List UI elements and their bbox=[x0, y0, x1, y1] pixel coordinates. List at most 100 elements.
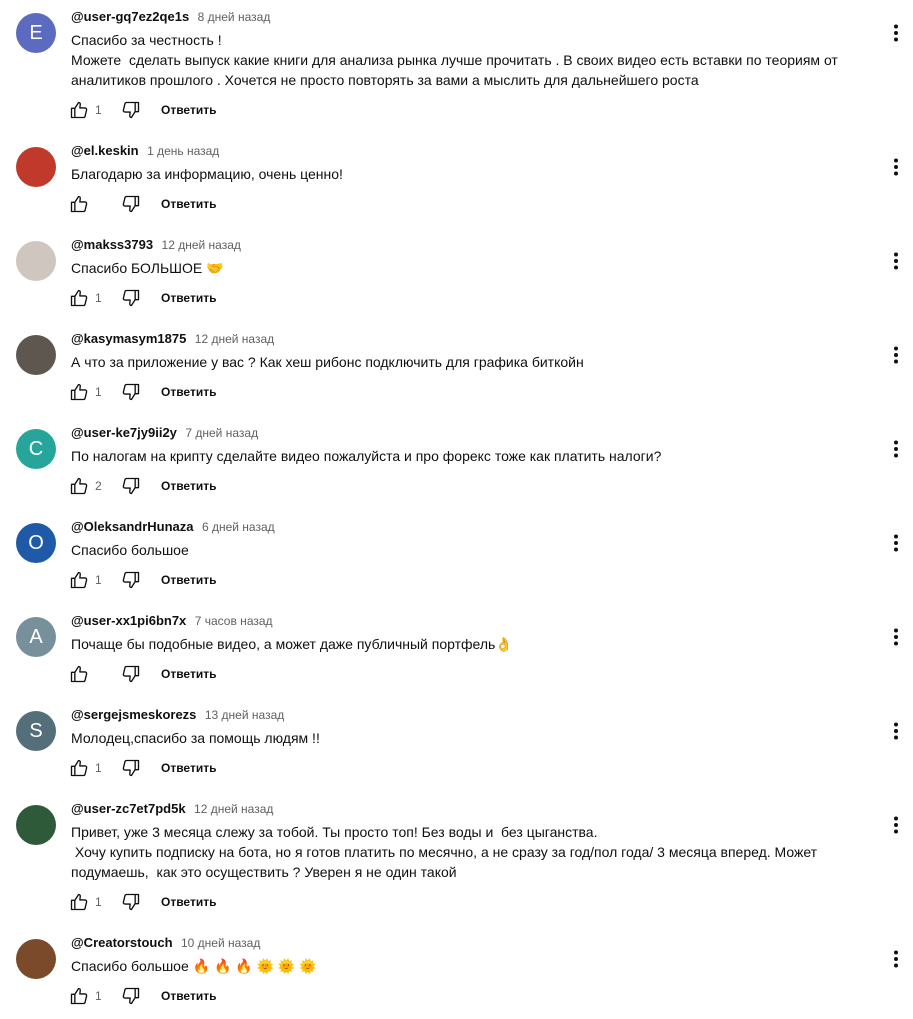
avatar-photo[interactable] bbox=[16, 805, 56, 845]
avatar-photo[interactable] bbox=[16, 241, 56, 281]
avatar[interactable]: S bbox=[16, 711, 56, 751]
more-actions-button[interactable] bbox=[884, 813, 908, 837]
comment-author[interactable]: @user-zc7et7pd5k bbox=[71, 801, 186, 816]
avatar-letter: S bbox=[29, 719, 43, 742]
more-actions-button[interactable] bbox=[884, 21, 908, 45]
thumbs-down-icon bbox=[122, 665, 140, 683]
comment-timestamp[interactable]: 7 дней назад bbox=[185, 426, 258, 440]
avatar-photo[interactable] bbox=[16, 147, 56, 187]
comment-timestamp[interactable]: 6 дней назад bbox=[202, 520, 275, 534]
like-count: 1 bbox=[95, 895, 102, 909]
comment-author[interactable]: @OleksandrHunaza bbox=[71, 519, 194, 534]
more-actions-button[interactable] bbox=[884, 155, 908, 179]
comment-timestamp[interactable]: 12 дней назад bbox=[162, 238, 241, 252]
comment-text: Спасибо большое 🔥 🔥 🔥 🌞 🌞 🌞 bbox=[71, 958, 317, 974]
thumbs-down-icon bbox=[122, 477, 140, 495]
avatar-photo[interactable] bbox=[16, 939, 56, 979]
avatar-letter: A bbox=[29, 625, 43, 648]
dislike-button[interactable] bbox=[119, 568, 143, 592]
thumbs-up-icon bbox=[70, 289, 88, 307]
comment-author[interactable]: @sergejsmeskorezs bbox=[71, 707, 196, 722]
comment-text: По налогам на крипту сделайте видео пожа… bbox=[71, 448, 662, 464]
more-actions-button[interactable] bbox=[884, 249, 908, 273]
dislike-button[interactable] bbox=[119, 890, 143, 914]
comment-timestamp[interactable]: 12 дней назад bbox=[195, 332, 274, 346]
like-button[interactable] bbox=[67, 286, 91, 310]
thumbs-up-icon bbox=[70, 759, 88, 777]
like-button[interactable] bbox=[67, 380, 91, 404]
reply-button[interactable]: Ответить bbox=[161, 895, 216, 909]
like-button[interactable] bbox=[67, 98, 91, 122]
dislike-button[interactable] bbox=[119, 756, 143, 780]
comment-actions: 1 Ответить bbox=[70, 98, 853, 122]
reply-button[interactable]: Ответить bbox=[161, 573, 216, 587]
like-button[interactable] bbox=[67, 662, 91, 686]
reply-button[interactable]: Ответить bbox=[161, 103, 216, 117]
dislike-button[interactable] bbox=[119, 984, 143, 1008]
comment-timestamp[interactable]: 1 день назад bbox=[147, 144, 219, 158]
dislike-button[interactable] bbox=[119, 98, 143, 122]
comment-text: Привет, уже 3 месяца слежу за тобой. Ты … bbox=[71, 824, 818, 880]
thumbs-down-icon bbox=[122, 571, 140, 589]
thumbs-down-icon bbox=[122, 759, 140, 777]
comment-text: Спасибо большое bbox=[71, 542, 189, 558]
more-actions-button[interactable] bbox=[884, 719, 908, 743]
comment-timestamp[interactable]: 8 дней назад bbox=[198, 10, 271, 24]
comment-timestamp[interactable]: 13 дней назад bbox=[205, 708, 284, 722]
like-count: 1 bbox=[95, 761, 102, 775]
avatar[interactable]: A bbox=[16, 617, 56, 657]
comment-actions: 1 Ответить bbox=[70, 568, 853, 592]
more-actions-button[interactable] bbox=[884, 947, 908, 971]
comment-timestamp[interactable]: 7 часов назад bbox=[195, 614, 273, 628]
comment-author[interactable]: @kasymasym1875 bbox=[71, 331, 186, 346]
reply-button[interactable]: Ответить bbox=[161, 667, 216, 681]
reply-button[interactable]: Ответить bbox=[161, 291, 216, 305]
comment-body: @user-ke7jy9ii2y 7 дней назад По налогам… bbox=[70, 423, 853, 498]
more-actions-button[interactable] bbox=[884, 625, 908, 649]
comment-author[interactable]: @el.keskin bbox=[71, 143, 139, 158]
comment-text: А что за приложение у вас ? Как хеш рибо… bbox=[71, 354, 584, 370]
comment-actions: Ответить bbox=[70, 662, 853, 686]
thumbs-down-icon bbox=[122, 101, 140, 119]
comment-timestamp[interactable]: 10 дней назад bbox=[181, 936, 260, 950]
dislike-button[interactable] bbox=[119, 474, 143, 498]
comment-author[interactable]: @user-xx1pi6bn7x bbox=[71, 613, 186, 628]
like-button[interactable] bbox=[67, 192, 91, 216]
comment-text: Спасибо за честность ! Можете сделать вы… bbox=[71, 32, 838, 88]
comment-actions: 2 Ответить bbox=[70, 474, 853, 498]
more-actions-button[interactable] bbox=[884, 343, 908, 367]
comment-author[interactable]: @user-gq7ez2qe1s bbox=[71, 9, 189, 24]
dislike-button[interactable] bbox=[119, 192, 143, 216]
comment-timestamp[interactable]: 12 дней назад bbox=[194, 802, 273, 816]
comment-author[interactable]: @user-ke7jy9ii2y bbox=[71, 425, 177, 440]
dislike-button[interactable] bbox=[119, 662, 143, 686]
avatar[interactable]: O bbox=[16, 523, 56, 563]
like-button[interactable] bbox=[67, 474, 91, 498]
thumbs-down-icon bbox=[122, 195, 140, 213]
comment-header: @user-zc7et7pd5k 12 дней назад bbox=[71, 799, 853, 819]
comment-author[interactable]: @Creatorstouch bbox=[71, 935, 173, 950]
avatar-photo[interactable] bbox=[16, 335, 56, 375]
like-button[interactable] bbox=[67, 890, 91, 914]
comment-header: @user-xx1pi6bn7x 7 часов назад bbox=[71, 611, 853, 631]
avatar[interactable]: C bbox=[16, 429, 56, 469]
comment-header: @sergejsmeskorezs 13 дней назад bbox=[71, 705, 853, 725]
reply-button[interactable]: Ответить bbox=[161, 761, 216, 775]
reply-button[interactable]: Ответить bbox=[161, 989, 216, 1003]
avatar[interactable]: E bbox=[16, 13, 56, 53]
reply-button[interactable]: Ответить bbox=[161, 479, 216, 493]
dislike-button[interactable] bbox=[119, 286, 143, 310]
like-button[interactable] bbox=[67, 756, 91, 780]
like-button[interactable] bbox=[67, 984, 91, 1008]
like-count: 1 bbox=[95, 291, 102, 305]
reply-button[interactable]: Ответить bbox=[161, 197, 216, 211]
dislike-button[interactable] bbox=[119, 380, 143, 404]
like-button[interactable] bbox=[67, 568, 91, 592]
more-actions-button[interactable] bbox=[884, 437, 908, 461]
comment-author[interactable]: @makss3793 bbox=[71, 237, 153, 252]
comment-actions: 1 Ответить bbox=[70, 380, 853, 404]
more-actions-button[interactable] bbox=[884, 531, 908, 555]
avatar-letter: E bbox=[29, 21, 43, 44]
reply-button[interactable]: Ответить bbox=[161, 385, 216, 399]
comment-actions: 1 Ответить bbox=[70, 756, 853, 780]
